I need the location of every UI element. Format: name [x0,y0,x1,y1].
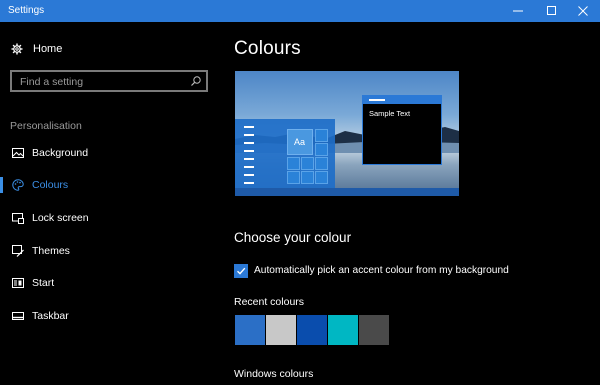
search-placeholder: Find a setting [20,76,84,88]
sidebar-item-colours[interactable]: Colours [0,174,218,196]
preview-app-list [239,126,257,186]
title-bar: Settings [0,0,600,22]
home-link[interactable]: Home [11,41,62,57]
preview-window: Sample Text [362,95,442,165]
sidebar-item-label: Background [32,147,89,159]
brush-icon [11,244,25,258]
section-label-personalisation: Personalisation [10,120,82,132]
maximize-icon [547,6,556,15]
recent-colour-swatch[interactable] [359,315,389,345]
recent-colour-swatch[interactable] [328,315,358,345]
picture-icon [11,146,25,160]
taskbar-icon [11,309,25,323]
sidebar-item-label: Start [32,277,55,289]
recent-colour-swatch[interactable] [235,315,265,345]
sidebar-item-themes[interactable]: Themes [0,240,218,262]
recent-colour-swatch[interactable] [266,315,296,345]
start-icon [11,276,25,290]
auto-accent-option[interactable]: Automatically pick an accent colour from… [234,263,509,278]
minimize-button[interactable] [501,0,535,22]
preview-window-text: Sample Text [369,109,411,118]
search-input[interactable]: Find a setting [10,70,208,92]
auto-accent-label: Automatically pick an accent colour from… [254,265,509,276]
window-title: Settings [8,5,45,16]
gear-icon [11,43,23,55]
sidebar-item-background[interactable]: Background [0,142,218,164]
sidebar-item-label: Colours [32,179,69,191]
auto-accent-checkbox[interactable] [234,263,248,278]
choose-colour-heading: Choose your colour [234,230,352,245]
page-title: Colours [234,38,301,59]
home-label: Home [33,43,63,55]
main-content: Colours Aa Sample Text Choose your colou… [218,22,600,385]
preview-tiles: Aa [287,129,335,187]
minimize-icon [513,10,523,12]
sidebar-item-lock-screen[interactable]: Lock screen [0,207,218,229]
sidebar: Home Find a setting Personalisation Back… [0,22,218,385]
sidebar-item-label: Taskbar [32,310,69,322]
windows-colours-label: Windows colours [234,368,314,380]
close-icon [578,6,588,16]
preview-taskbar [235,188,459,196]
sidebar-item-start[interactable]: Start [0,272,218,294]
checkmark-icon [237,267,246,275]
close-button[interactable] [566,0,600,22]
preview-tile-text: Aa [294,137,306,147]
recent-colour-swatch[interactable] [297,315,327,345]
colour-preview: Aa Sample Text [235,71,459,196]
preview-tile-large: Aa [287,129,313,155]
sidebar-item-label: Themes [32,245,70,257]
search-icon[interactable] [190,75,202,87]
palette-icon [11,178,25,192]
recent-colours-label: Recent colours [234,296,305,308]
lock-screen-icon [11,211,25,225]
sidebar-item-taskbar[interactable]: Taskbar [0,305,218,327]
maximize-button[interactable] [535,0,569,22]
active-indicator [0,177,3,193]
sidebar-item-label: Lock screen [32,212,89,224]
